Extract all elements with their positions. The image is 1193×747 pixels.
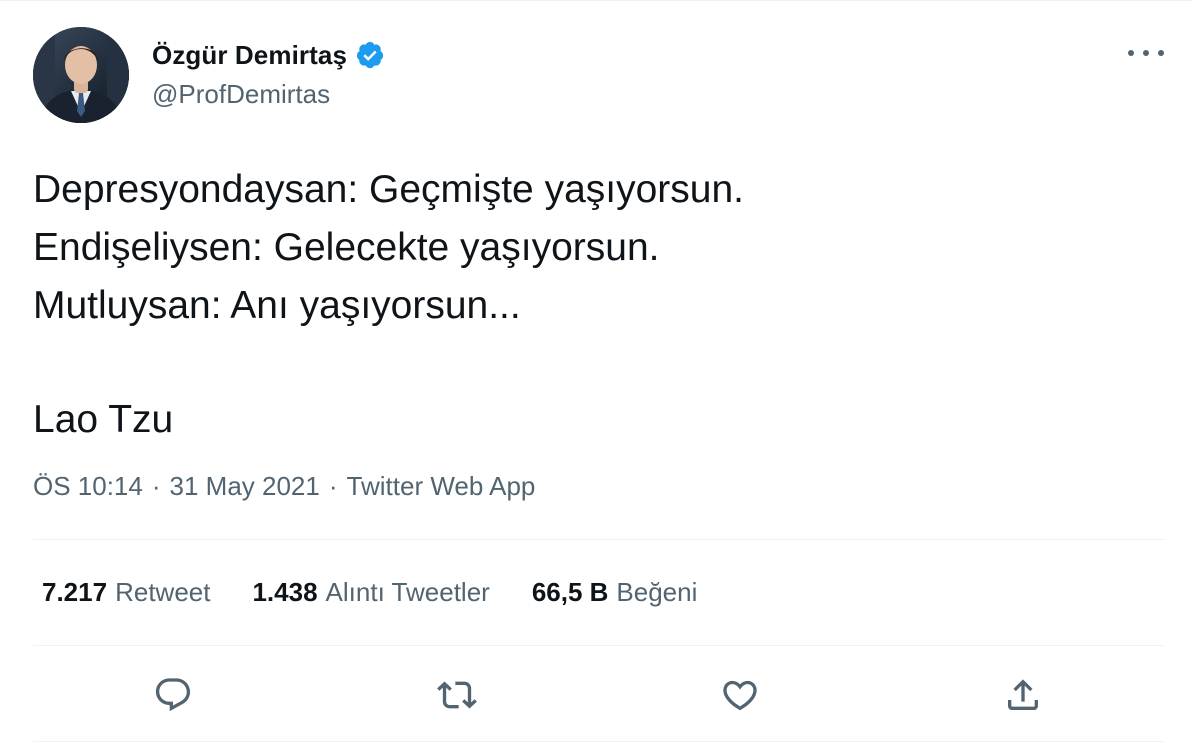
author-name-row: Özgür Demirtaş: [152, 37, 385, 73]
meta-separator: ·: [328, 471, 338, 501]
reply-button[interactable]: [145, 667, 201, 723]
profile-photo: [33, 27, 129, 123]
tweet-line: Depresyondaysan: Geçmişte yaşıyorsun.: [33, 168, 744, 211]
retweet-button[interactable]: [429, 667, 485, 723]
tweet-date[interactable]: 31 May 2021: [170, 471, 320, 502]
reply-icon: [155, 678, 191, 712]
heart-icon: [723, 680, 757, 711]
like-button[interactable]: [712, 667, 768, 723]
share-icon: [1008, 679, 1038, 710]
tweet-signature: Lao Tzu: [33, 398, 174, 441]
share-button[interactable]: [995, 667, 1051, 723]
tweet-card: Özgür Demirtaş @ProfDemirtas Depresyonda…: [0, 0, 1193, 747]
retweet-count-value: 7.217: [42, 577, 108, 607]
tweet-line: Mutluysan: Anı yaşıyorsun...: [33, 284, 521, 327]
retweet-count[interactable]: 7.217 Retweet: [42, 577, 210, 608]
tweet-time[interactable]: ÖS 10:14: [33, 471, 143, 502]
avatar[interactable]: [33, 27, 129, 123]
tweet-line: Endişeliysen: Gelecekte yaşıyorsun.: [33, 226, 660, 269]
meta-separator: ·: [151, 471, 161, 501]
tweet-text: Depresyondaysan: Geçmişte yaşıyorsun. En…: [33, 161, 1153, 449]
quote-count-value: 1.438: [252, 577, 318, 607]
like-count[interactable]: 66,5 B Beğeni: [532, 577, 698, 608]
author-handle[interactable]: @ProfDemirtas: [152, 79, 330, 110]
tweet-meta: ÖS 10:14 · 31 May 2021 · Twitter Web App: [33, 471, 535, 502]
more-dot: [1128, 50, 1134, 56]
more-dot: [1158, 50, 1164, 56]
verified-badge-icon: [355, 40, 385, 70]
more-dot: [1143, 50, 1149, 56]
divider: [33, 741, 1165, 742]
more-options-icon[interactable]: [1128, 41, 1164, 65]
quote-count-label: Alıntı Tweetler: [325, 577, 490, 607]
tweet-source[interactable]: Twitter Web App: [347, 471, 536, 502]
retweet-count-label: Retweet: [115, 577, 211, 607]
divider: [33, 539, 1165, 540]
like-count-value: 66,5 B: [531, 577, 609, 607]
tweet-actions: [33, 667, 1165, 723]
like-count-label: Beğeni: [616, 577, 698, 607]
divider: [33, 645, 1165, 646]
tweet-stats: 7.217 Retweet 1.438 Alıntı Tweetler 66,5…: [42, 577, 739, 608]
author-display-name[interactable]: Özgür Demirtaş: [152, 40, 347, 71]
quote-count[interactable]: 1.438 Alıntı Tweetler: [252, 577, 489, 608]
retweet-icon: [437, 681, 477, 709]
